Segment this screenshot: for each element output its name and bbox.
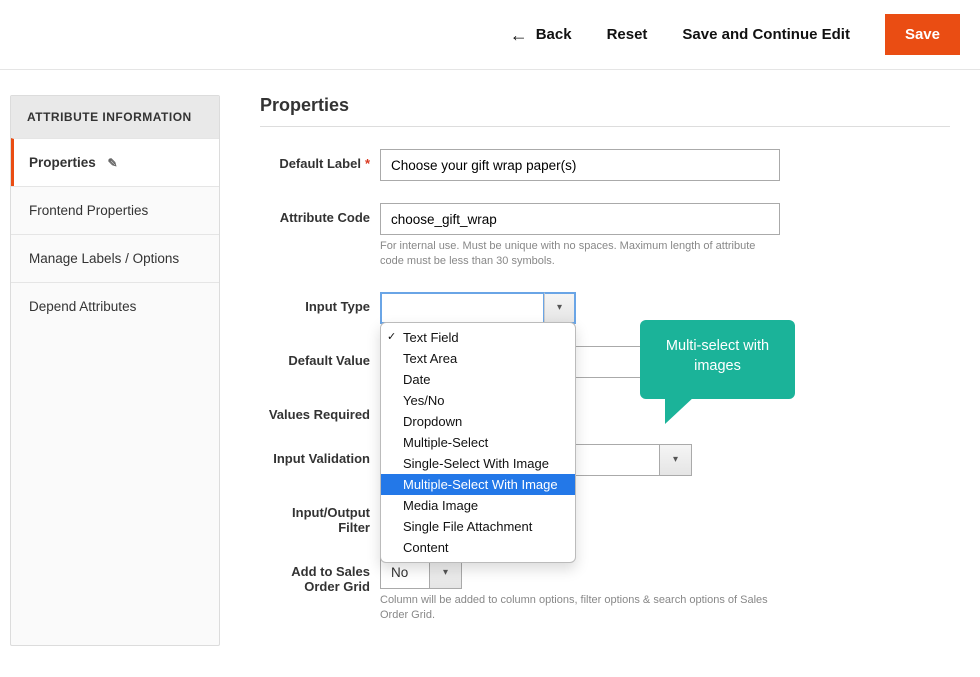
label-attribute-code: Attribute Code xyxy=(260,203,380,225)
input-type-option[interactable]: Dropdown xyxy=(381,411,575,432)
tooltip-callout: Multi-select with images xyxy=(640,320,795,399)
chevron-down-icon[interactable]: ▾ xyxy=(660,444,692,476)
row-values-required: Values Required xyxy=(260,400,950,422)
input-type-option[interactable]: Single-Select With Image xyxy=(381,453,575,474)
label-default-value: Default Value xyxy=(260,346,380,368)
sidebar: ATTRIBUTE INFORMATION Properties ✎ Front… xyxy=(10,95,220,646)
default-label-input[interactable] xyxy=(380,149,780,181)
top-toolbar: ← Back Reset Save and Continue Edit Save xyxy=(0,0,980,70)
input-type-dropdown: Text FieldText AreaDateYes/NoDropdownMul… xyxy=(380,322,576,563)
chevron-down-icon[interactable]: ▾ xyxy=(544,292,576,324)
input-type-option[interactable]: Text Area xyxy=(381,348,575,369)
note-attribute-code: For internal use. Must be unique with no… xyxy=(380,239,780,270)
input-type-option[interactable]: Multiple-Select xyxy=(381,432,575,453)
input-type-option[interactable]: Media Image xyxy=(381,495,575,516)
content-pane: Properties Default Label* Attribute Code… xyxy=(260,95,960,646)
input-type-select[interactable] xyxy=(380,292,544,324)
sidebar-item-depend-attributes[interactable]: Depend Attributes xyxy=(11,282,219,330)
row-io-filter: Input/Output Filter None ▾ xyxy=(260,498,950,535)
label-io-filter: Input/Output Filter xyxy=(260,498,380,535)
pencil-icon: ✎ xyxy=(108,156,118,170)
sidebar-items: Properties ✎ Frontend Properties Manage … xyxy=(11,138,219,330)
label-default-label: Default Label* xyxy=(260,149,380,171)
label-values-required: Values Required xyxy=(260,400,380,422)
row-input-validation: Input Validation ▾ xyxy=(260,444,950,476)
input-type-option[interactable]: Multiple-Select With Image xyxy=(381,474,575,495)
input-type-option[interactable]: Date xyxy=(381,369,575,390)
input-type-option[interactable]: Yes/No xyxy=(381,390,575,411)
sidebar-item-manage-labels[interactable]: Manage Labels / Options xyxy=(11,234,219,282)
label-input-type: Input Type xyxy=(260,292,380,314)
save-button[interactable]: Save xyxy=(885,14,960,55)
label-input-validation: Input Validation xyxy=(260,444,380,466)
label-add-to-grid: Add to Sales Order Grid xyxy=(260,557,380,594)
sidebar-item-properties[interactable]: Properties ✎ xyxy=(11,138,219,186)
back-label: Back xyxy=(536,26,572,43)
page-title: Properties xyxy=(260,95,950,127)
sidebar-title: ATTRIBUTE INFORMATION xyxy=(11,96,219,138)
row-add-to-grid: Add to Sales Order Grid No ▾ Column will… xyxy=(260,557,950,624)
arrow-left-icon: ← xyxy=(510,26,528,44)
back-button[interactable]: ← Back xyxy=(510,26,572,44)
row-input-type: Input Type ▾ Text FieldText AreaDateYes/… xyxy=(260,292,950,324)
row-default-value: Default Value xyxy=(260,346,950,378)
attribute-code-input[interactable] xyxy=(380,203,780,235)
note-add-to-grid: Column will be added to column options, … xyxy=(380,593,780,624)
save-continue-button[interactable]: Save and Continue Edit xyxy=(682,26,850,43)
input-type-option[interactable]: Content xyxy=(381,537,575,558)
sidebar-item-label: Properties xyxy=(29,155,96,170)
input-type-option[interactable]: Single File Attachment xyxy=(381,516,575,537)
reset-button[interactable]: Reset xyxy=(607,26,648,43)
row-default-label: Default Label* xyxy=(260,149,950,181)
input-type-option[interactable]: Text Field xyxy=(381,327,575,348)
row-attribute-code: Attribute Code For internal use. Must be… xyxy=(260,203,950,270)
sidebar-item-frontend-properties[interactable]: Frontend Properties xyxy=(11,186,219,234)
